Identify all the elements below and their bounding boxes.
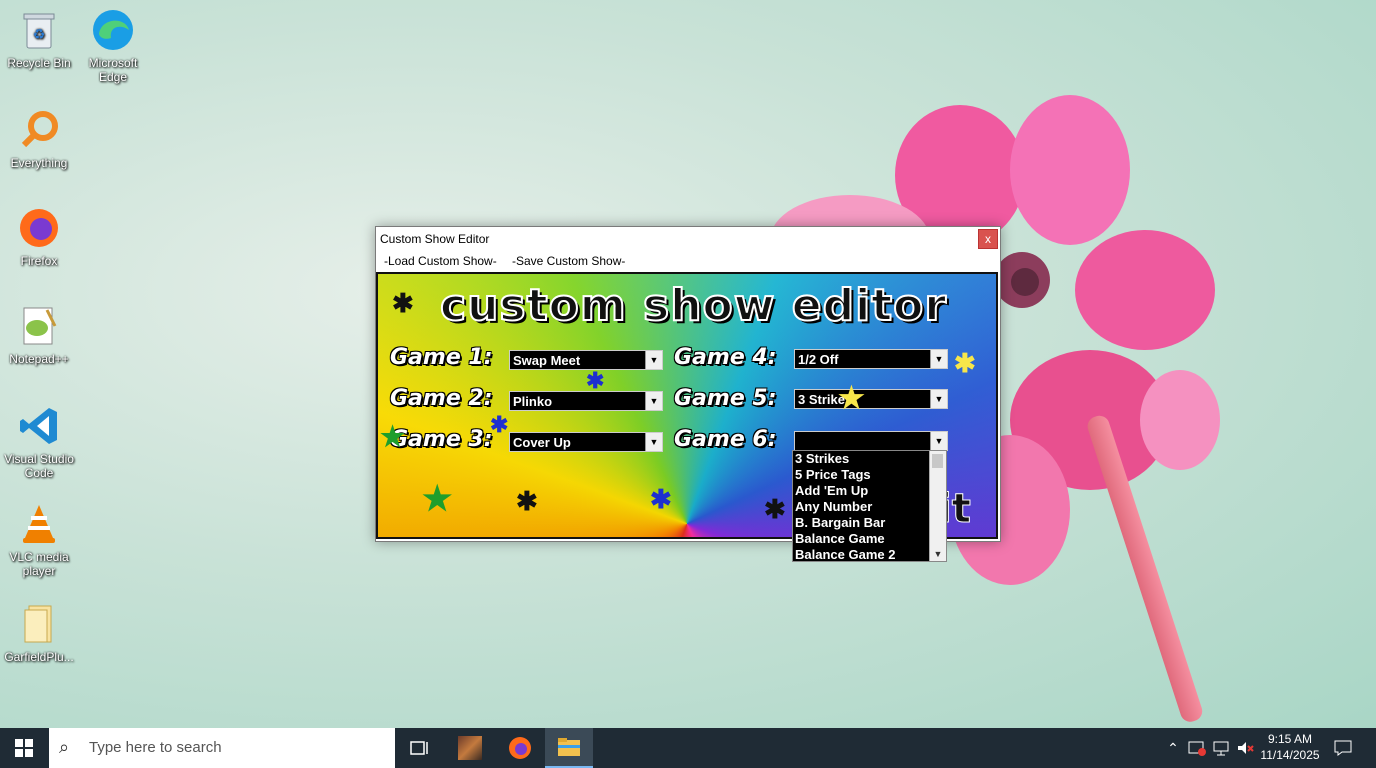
taskbar-firefox-icon[interactable] [496, 728, 544, 768]
desktop-icon-recycle-bin[interactable]: ♻ Recycle Bin [0, 8, 78, 70]
chevron-down-icon[interactable]: ▼ [645, 351, 662, 369]
close-button[interactable]: x [978, 229, 998, 249]
asterisk-decoration-icon: ✱ [490, 412, 509, 437]
game-6-label: Game 6: [674, 427, 777, 452]
menu-bar: -Load Custom Show- -Save Custom Show- [376, 251, 1000, 271]
scroll-down-icon[interactable]: ▼ [930, 549, 946, 561]
star-decoration-icon: ★ [380, 421, 406, 452]
everything-search-icon [17, 108, 61, 152]
dropdown-scrollbar[interactable]: ▼ [929, 451, 946, 561]
dropdown-option[interactable]: Balance Game [793, 531, 931, 547]
clock-date: 11/14/2025 [1260, 748, 1320, 762]
chevron-down-icon[interactable]: ▼ [645, 433, 662, 451]
banner-title: custom show editor [439, 279, 948, 332]
dropdown-option[interactable]: Add 'Em Up [793, 483, 931, 499]
vscode-icon [17, 404, 61, 448]
star-decoration-icon: ★ [838, 382, 865, 415]
game-3-label: Game 3: [390, 427, 493, 452]
chevron-down-icon[interactable]: ▼ [930, 390, 947, 408]
dropdown-option[interactable]: Balance Game 2 [793, 547, 931, 563]
asterisk-decoration-icon: ✱ [586, 368, 605, 393]
star-decoration-icon: ★ [422, 480, 453, 518]
chevron-down-icon[interactable]: ▼ [930, 432, 947, 450]
dropdown-option[interactable]: B. Bargain Bar [793, 515, 931, 531]
svg-text:♻: ♻ [33, 26, 46, 42]
desktop-icon-label: Notepad++ [9, 352, 69, 366]
windows-logo-icon [15, 739, 33, 757]
asterisk-decoration-icon: ✱ [392, 288, 414, 318]
chevron-down-icon[interactable]: ▼ [930, 350, 947, 368]
desktop-icon-label: Microsoft Edge [88, 56, 138, 84]
asterisk-decoration-icon: ✱ [954, 348, 976, 378]
edge-icon [91, 8, 135, 52]
asterisk-decoration-icon: ✱ [650, 484, 672, 514]
asterisk-decoration-icon: ✱ [516, 486, 538, 516]
game-1-select[interactable]: Swap Meet ▼ [509, 350, 663, 370]
title-bar[interactable]: Custom Show Editor x [376, 227, 1000, 251]
security-alert-icon[interactable] [1186, 728, 1208, 768]
game-1-value: Swap Meet [513, 353, 581, 368]
network-icon[interactable] [1210, 728, 1232, 768]
taskbar-search-box[interactable]: ⌕ Type here to search [49, 728, 395, 768]
task-view-icon[interactable] [396, 728, 444, 768]
game-6-dropdown-list[interactable]: 3 Strikes 5 Price Tags Add 'Em Up Any Nu… [792, 450, 947, 562]
desktop-icon-label: Visual Studio Code [4, 452, 74, 480]
menu-load-custom-show[interactable]: -Load Custom Show- [384, 254, 497, 268]
notepad-plus-plus-icon [17, 304, 61, 348]
desktop-icon-label: Recycle Bin [7, 56, 71, 70]
dropdown-option[interactable]: 3 Strikes [793, 451, 931, 467]
scrollbar-thumb[interactable] [932, 454, 943, 468]
game-4-value: 1/2 Off [798, 352, 839, 367]
game-2-value: Plinko [513, 394, 553, 409]
desktop-icon-label: VLC media player [9, 550, 69, 578]
game-6-select[interactable]: ▼ [794, 431, 948, 451]
desktop-icon-everything[interactable]: Everything [0, 108, 78, 170]
notifications-icon[interactable] [1330, 728, 1356, 768]
chevron-down-icon[interactable]: ▼ [645, 392, 662, 410]
window-title: Custom Show Editor [380, 232, 490, 246]
menu-save-custom-show[interactable]: -Save Custom Show- [512, 254, 625, 268]
desktop-icon-notepadpp[interactable]: Notepad++ [0, 304, 78, 366]
game-5-select[interactable]: 3 Strikes ▼ [794, 389, 948, 409]
taskbar: ⌕ Type here to search ⌃ 9:15 AM 11/14/20… [0, 728, 1376, 768]
dropdown-option[interactable]: 5 Price Tags [793, 467, 931, 483]
game-3-select[interactable]: Cover Up ▼ [509, 432, 663, 452]
dropdown-option[interactable]: Any Number [793, 499, 931, 515]
desktop-icon-edge[interactable]: Microsoft Edge [74, 8, 152, 84]
desktop: ♻ Recycle Bin Microsoft Edge Everything … [0, 0, 1376, 728]
desktop-icon-vlc[interactable]: VLC media player [0, 502, 78, 578]
asterisk-decoration-icon: ✱ [764, 494, 786, 524]
desktop-icon-vscode[interactable]: Visual Studio Code [0, 404, 78, 480]
game-1-label: Game 1: [390, 345, 493, 370]
taskbar-clock[interactable]: 9:15 AM 11/14/2025 [1252, 731, 1328, 763]
game-4-label: Game 4: [674, 345, 777, 370]
taskbar-app-garfield-icon[interactable] [446, 728, 494, 768]
taskbar-file-explorer-icon[interactable] [545, 728, 593, 768]
firefox-icon [17, 206, 61, 250]
desktop-icon-label: GarfieldPlu... [4, 650, 74, 664]
desktop-icon-firefox[interactable]: Firefox [0, 206, 78, 268]
desktop-icon-label: Everything [10, 156, 68, 170]
search-icon: ⌕ [59, 737, 70, 757]
folder-icon [17, 602, 61, 646]
desktop-icon-label: Firefox [20, 254, 58, 268]
chevron-up-icon[interactable]: ⌃ [1164, 728, 1182, 768]
search-placeholder: Type here to search [89, 739, 222, 756]
game-2-label: Game 2: [390, 386, 493, 411]
vlc-icon [17, 502, 61, 546]
desktop-icon-garfield[interactable]: GarfieldPlu... [0, 602, 78, 664]
game-2-select[interactable]: Plinko ▼ [509, 391, 663, 411]
clock-time: 9:15 AM [1267, 732, 1313, 746]
recycle-bin-icon: ♻ [17, 8, 61, 52]
game-4-select[interactable]: 1/2 Off ▼ [794, 349, 948, 369]
start-button[interactable] [0, 728, 48, 768]
game-3-value: Cover Up [513, 435, 571, 450]
game-5-label: Game 5: [674, 386, 777, 411]
